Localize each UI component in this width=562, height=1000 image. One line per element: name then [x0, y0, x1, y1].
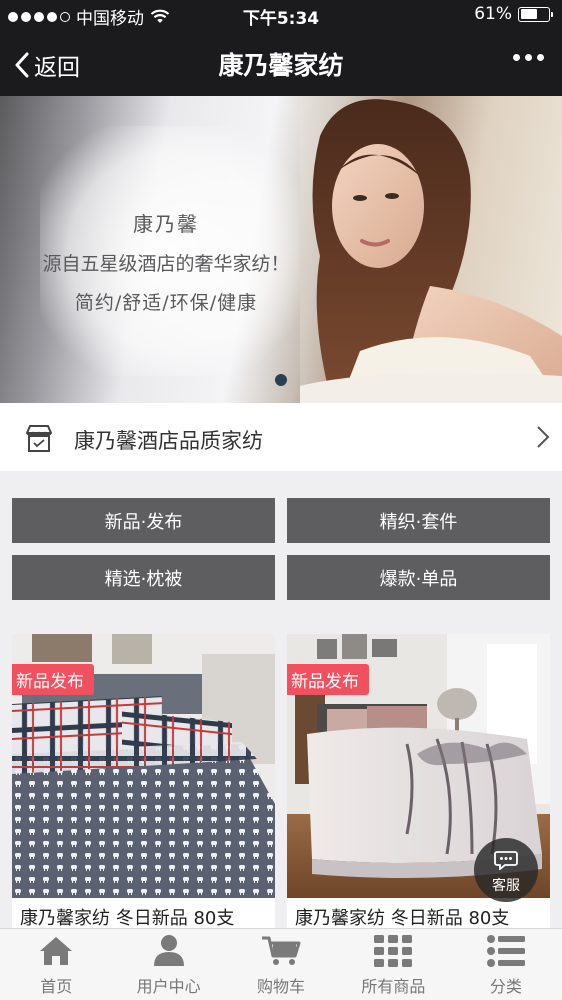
page-title: 康乃馨家纺 — [218, 51, 344, 80]
home-icon — [40, 937, 73, 965]
bottom-tab-bar: 首页 用户中心 购物车 所有商品 分类 — [0, 928, 562, 1000]
status-bar: 中国移动 下午5:34 61% — [0, 0, 562, 30]
tab-user-center-label: 用户中心 — [136, 977, 201, 996]
battery-icon — [518, 6, 553, 22]
banner-carousel[interactable]: 康乃馨 源自五星级酒店的奢华家纺！ 简约/舒适/环保/健康 — [0, 96, 562, 403]
tab-all-products-label: 所有商品 — [361, 977, 426, 996]
grid-icon — [374, 935, 413, 967]
list-icon — [486, 935, 525, 967]
tab-cart[interactable]: 购物车 — [225, 929, 337, 1000]
store-link[interactable]: 康乃馨酒店品质家纺 — [0, 403, 562, 471]
product-tag: 新品发布 — [287, 664, 369, 695]
category-hot-items[interactable]: 爆款·单品 — [287, 555, 550, 600]
carousel-indicator[interactable] — [275, 374, 287, 386]
nav-bar: 返回 康乃馨家纺 — [0, 30, 562, 96]
tab-home[interactable]: 首页 — [0, 929, 112, 1000]
chat-bubble-icon — [494, 851, 518, 871]
user-icon — [153, 935, 184, 966]
tab-user-center[interactable]: 用户中心 — [112, 929, 224, 1000]
app-screen: 中国移动 下午5:34 61% 返回 康乃馨家纺 康乃馨 源自五星级酒店的奢华家… — [0, 0, 562, 1000]
product-title: 康乃馨家纺 冬日新品 80支 — [20, 908, 235, 929]
category-new-release[interactable]: 新品·发布 — [12, 498, 275, 543]
tab-categories[interactable]: 分类 — [450, 929, 562, 1000]
cart-icon — [262, 936, 301, 965]
category-pillows-quilts[interactable]: 精选·枕被 — [12, 555, 275, 600]
tab-all-products[interactable]: 所有商品 — [337, 929, 449, 1000]
customer-service-label: 客服 — [492, 878, 520, 894]
store-icon — [26, 425, 52, 452]
store-name: 康乃馨酒店品质家纺 — [74, 429, 263, 453]
banner-slogan: 源自五星级酒店的奢华家纺！ — [42, 253, 290, 275]
customer-service-button[interactable]: 客服 — [474, 838, 538, 902]
product-card[interactable]: 新品发布 康乃馨家纺 冬日新品 80支 — [12, 634, 275, 930]
product-title: 康乃馨家纺 冬日新品 80支 — [295, 908, 510, 929]
category-fine-sets[interactable]: 精织·套件 — [287, 498, 550, 543]
tab-home-label: 首页 — [40, 977, 73, 996]
chevron-right-icon — [537, 426, 550, 448]
tab-cart-label: 购物车 — [257, 977, 306, 996]
battery-percent: 61% — [474, 4, 512, 24]
banner-brand: 康乃馨 — [133, 212, 199, 236]
product-tag: 新品发布 — [12, 664, 94, 695]
battery-fill — [520, 9, 537, 19]
tab-categories-label: 分类 — [489, 977, 522, 996]
status-right: 61% — [474, 4, 553, 24]
more-dots-icon[interactable] — [513, 54, 544, 61]
banner-text: 康乃馨 源自五星级酒店的奢华家纺！ 简约/舒适/环保/健康 — [30, 208, 302, 315]
banner-model-image — [300, 96, 562, 403]
banner-features: 简约/舒适/环保/健康 — [74, 292, 258, 314]
